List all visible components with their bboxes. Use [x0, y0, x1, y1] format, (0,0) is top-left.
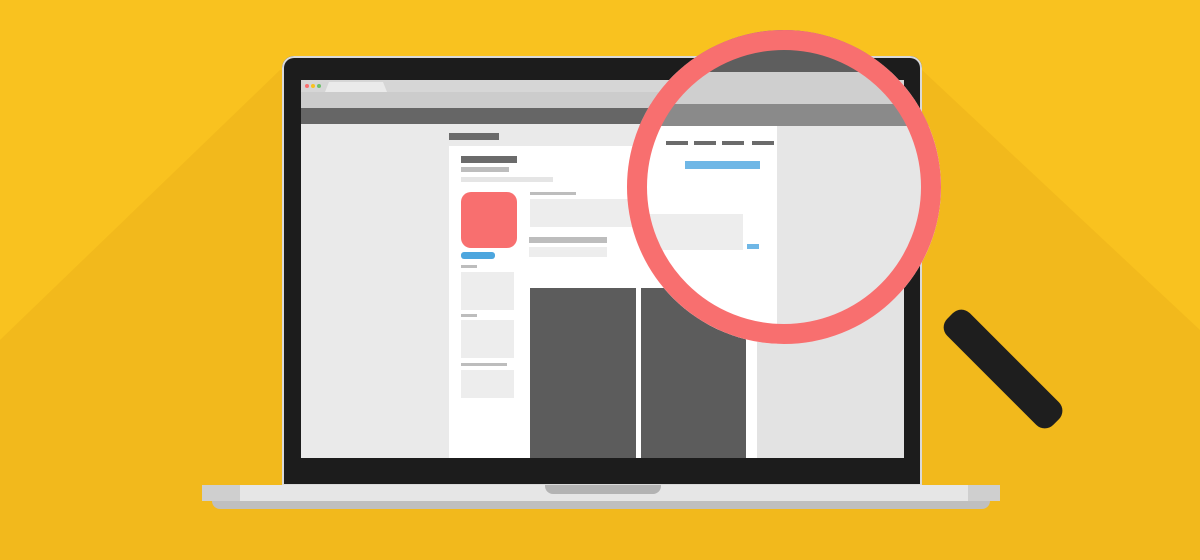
- app-meta-placeholder: [461, 177, 553, 182]
- info-box-3: [461, 370, 514, 398]
- section-heading-placeholder: [529, 237, 607, 243]
- laptop-notch: [545, 485, 661, 494]
- app-icon-placeholder: [461, 192, 517, 248]
- window-minimize-dot[interactable]: [311, 84, 315, 88]
- get-app-button[interactable]: [461, 252, 495, 259]
- info-box-1: [461, 272, 514, 310]
- section-subline-placeholder: [529, 247, 607, 257]
- info-label-1: [461, 265, 477, 268]
- page-heading-placeholder: [449, 133, 499, 140]
- info-label-2: [461, 314, 477, 317]
- laptop-base-left-edge: [202, 485, 240, 501]
- magnifier-ring: [627, 30, 941, 344]
- app-title-placeholder: [461, 156, 517, 163]
- info-label-3: [461, 363, 507, 366]
- window-close-dot[interactable]: [305, 84, 309, 88]
- laptop-base-bottom: [212, 501, 990, 509]
- info-box-2: [461, 320, 514, 358]
- screenshot-image-1[interactable]: [530, 288, 636, 458]
- description-label: [530, 192, 576, 195]
- laptop-base-right-edge: [968, 485, 1000, 501]
- window-maximize-dot[interactable]: [317, 84, 321, 88]
- browser-tab[interactable]: [325, 82, 387, 92]
- app-subtitle-placeholder: [461, 167, 509, 172]
